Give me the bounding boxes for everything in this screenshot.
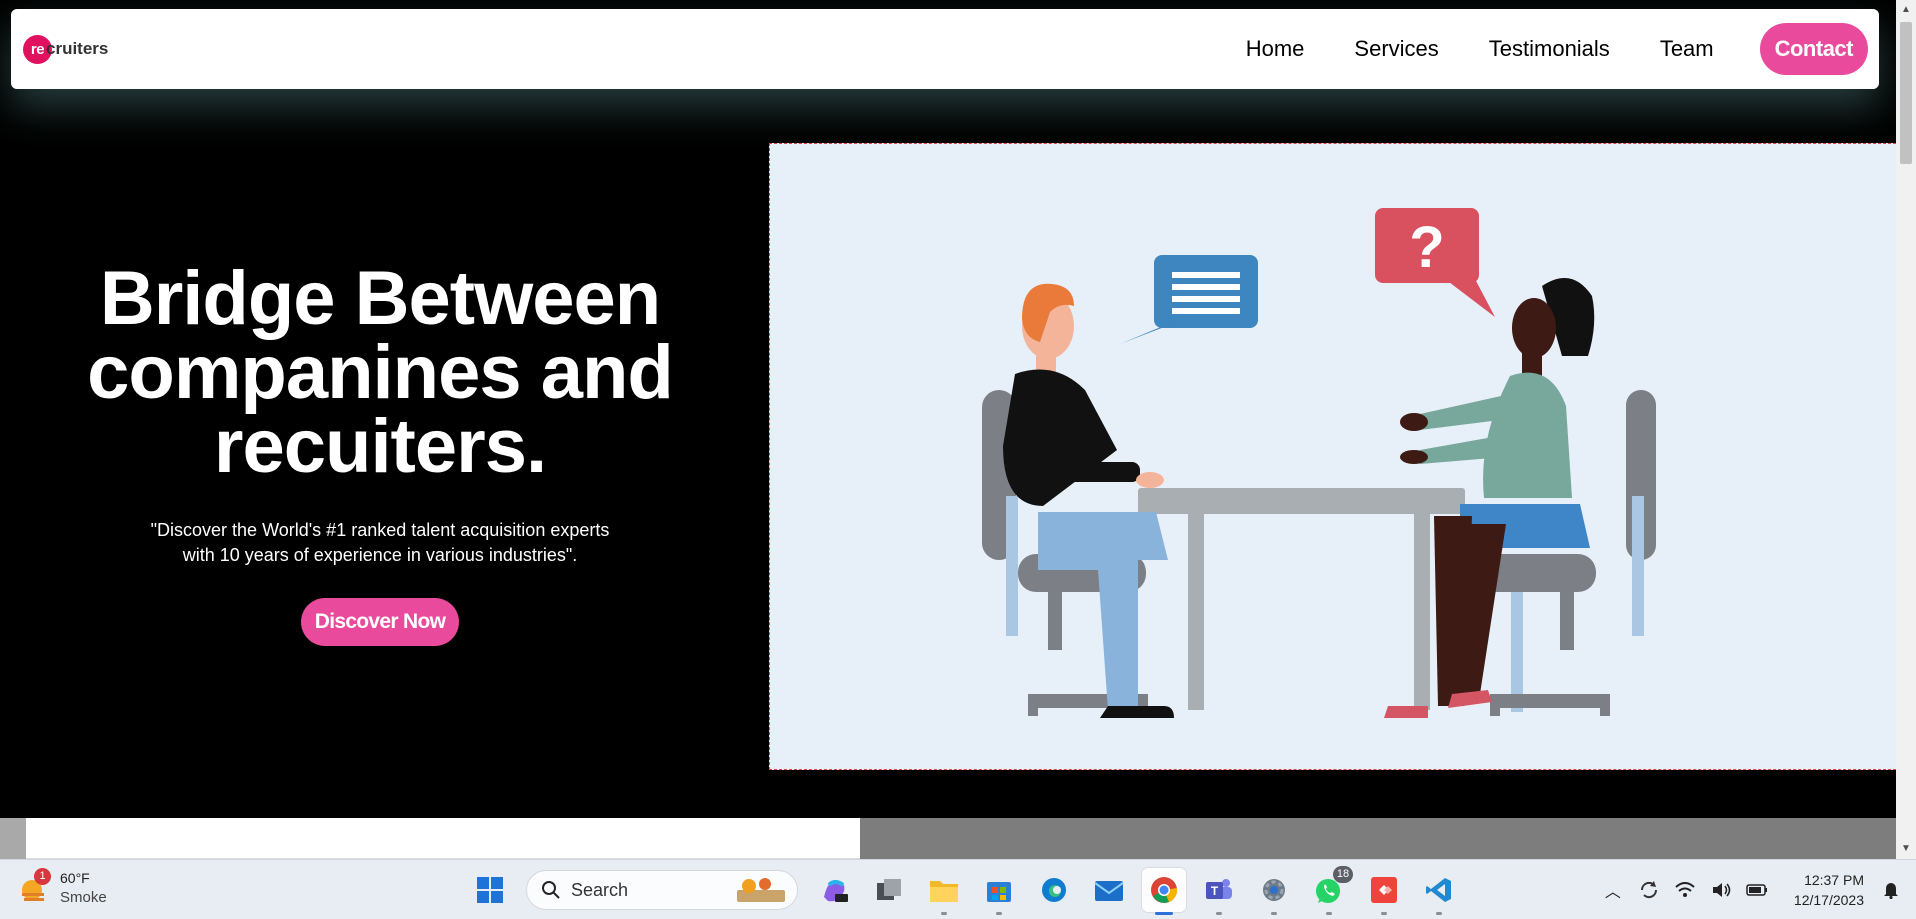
- question-bubble-icon: ?: [1375, 208, 1495, 317]
- hero-title-line-3: recuiters.: [213, 404, 547, 489]
- logo-text: cruiters: [46, 39, 109, 58]
- hero-title-line-2: companines and: [87, 330, 674, 415]
- hero-subtitle-line-1: "Discover the World's #1 ranked talent a…: [150, 520, 610, 540]
- search-highlight-icon: [737, 878, 785, 902]
- system-tray: ︿ 12:37 PM 12/17/2023: [1598, 860, 1916, 919]
- sync-icon[interactable]: [1634, 875, 1664, 905]
- clock-time: 12:37 PM: [1804, 872, 1864, 888]
- section-card: [26, 818, 860, 859]
- anydesk-icon[interactable]: [1362, 868, 1406, 915]
- search-label: Search: [571, 879, 629, 900]
- hero-subtitle-line-2: with 10 years of experience in various i…: [182, 545, 578, 565]
- mail-icon[interactable]: [1087, 868, 1131, 912]
- interview-illustration-svg: ?: [982, 208, 1656, 718]
- discover-now-button[interactable]: Discover Now: [300, 598, 460, 646]
- nav-link-home[interactable]: Home: [1246, 36, 1305, 62]
- wifi-icon[interactable]: [1670, 875, 1700, 905]
- weather-temp: 60°F: [60, 870, 90, 886]
- nav-link-services[interactable]: Services: [1354, 36, 1438, 62]
- hero-title: Bridge Between companines and recuiters.: [60, 256, 700, 489]
- logo[interactable]: re cruiters: [23, 34, 109, 64]
- scroll-down-icon[interactable]: ▼: [1896, 839, 1916, 859]
- edge-icon[interactable]: [1032, 868, 1076, 912]
- browser-viewport: re cruiters Home Services Testimonials T…: [0, 0, 1896, 859]
- chevron-up-icon[interactable]: ︿: [1598, 875, 1628, 905]
- hero-subtitle: "Discover the World's #1 ranked talent a…: [60, 518, 700, 568]
- chat-bubble-icon: [1120, 255, 1258, 344]
- clock-date: 12/17/2023: [1793, 892, 1864, 908]
- weather-badge: 1: [34, 868, 51, 885]
- windows-start-icon[interactable]: [468, 868, 512, 912]
- weather-icon: 1: [18, 868, 51, 904]
- chrome-icon[interactable]: [1142, 868, 1186, 915]
- scrollbar-thumb[interactable]: [1900, 22, 1912, 164]
- teams-icon[interactable]: T: [1197, 868, 1241, 915]
- weather-condition: Smoke: [60, 889, 107, 906]
- whatsapp-badge: 18: [1333, 866, 1353, 883]
- taskbar-search[interactable]: Search: [526, 870, 798, 910]
- taskbar-apps: Search T 18: [468, 866, 1472, 915]
- contact-button[interactable]: Contact: [1759, 23, 1868, 75]
- vscode-icon[interactable]: [1417, 868, 1461, 915]
- table: [1138, 488, 1465, 710]
- next-section-preview: [0, 818, 1896, 859]
- hero-title-line-1: Bridge Between: [99, 256, 661, 341]
- notification-bell-icon[interactable]: [1876, 875, 1906, 905]
- section-strip: [0, 818, 26, 859]
- taskbar-clock[interactable]: 12:37 PM 12/17/2023: [1794, 870, 1864, 910]
- whatsapp-icon[interactable]: 18: [1307, 866, 1353, 915]
- navbar: re cruiters Home Services Testimonials T…: [11, 9, 1879, 89]
- copilot-icon[interactable]: [812, 868, 856, 912]
- microsoft-store-icon[interactable]: [977, 868, 1021, 915]
- page-scrollbar[interactable]: ▲ ▼: [1896, 0, 1916, 859]
- settings-icon[interactable]: [1252, 868, 1296, 915]
- weather-widget[interactable]: 1 60°F Smoke: [18, 868, 107, 908]
- interview-illustration: ?: [769, 143, 1896, 770]
- taskbar: 1 60°F Smoke Search T 18 ︿ 12:37 PM 12/1…: [0, 859, 1916, 919]
- nav-link-team[interactable]: Team: [1660, 36, 1714, 62]
- battery-icon[interactable]: [1742, 875, 1772, 905]
- search-icon: [542, 881, 560, 899]
- task-view-icon[interactable]: [867, 868, 911, 912]
- file-explorer-icon[interactable]: [922, 868, 966, 915]
- svg-text:T: T: [1211, 884, 1219, 898]
- scroll-up-icon[interactable]: ▲: [1896, 0, 1916, 20]
- svg-text:?: ?: [1409, 215, 1444, 280]
- nav-links: Home Services Testimonials Team Contact: [1196, 23, 1868, 75]
- nav-link-testimonials[interactable]: Testimonials: [1489, 36, 1610, 62]
- volume-icon[interactable]: [1706, 875, 1736, 905]
- hero-section: Bridge Between companines and recuiters.…: [60, 256, 700, 646]
